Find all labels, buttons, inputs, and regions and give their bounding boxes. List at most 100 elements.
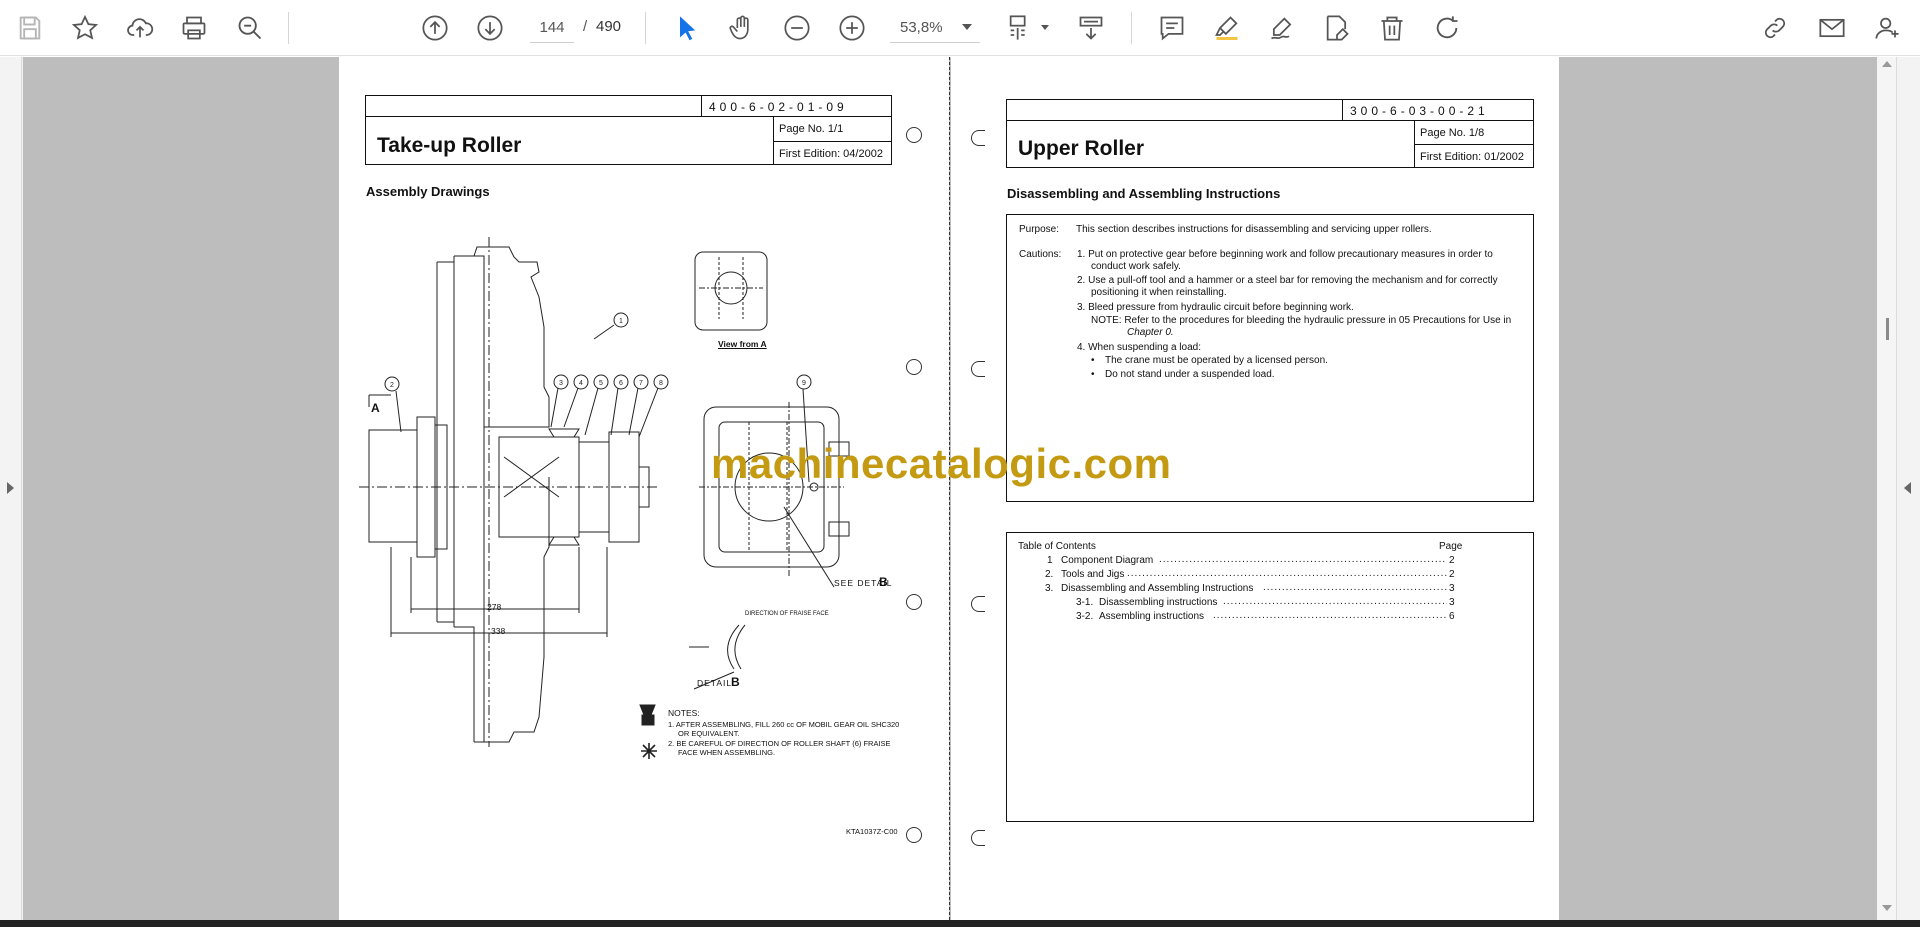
scroll-up-icon[interactable] xyxy=(1882,61,1892,67)
toc-leader-dots: ........................................… xyxy=(1263,582,1447,593)
hand-tool-icon[interactable] xyxy=(724,10,760,46)
binder-hole xyxy=(906,827,922,843)
vertical-scrollbar[interactable] xyxy=(1877,57,1896,920)
caution-1: 1. Put on protective gear before beginni… xyxy=(1077,249,1493,260)
page-total: 490 xyxy=(596,18,622,35)
toc-page-header: Page xyxy=(1439,541,1463,552)
note-2: 2. BE CAREFUL OF DIRECTION OF ROLLER SHA… xyxy=(668,739,891,748)
watermark: machinecatalogic.com xyxy=(711,440,1172,487)
toc-item-number: 3. xyxy=(1045,583,1054,594)
cautions-label: Cautions: xyxy=(1019,249,1062,260)
purpose-label: Purpose: xyxy=(1019,224,1060,235)
title-block-divider xyxy=(1342,99,1343,120)
page-number-input[interactable]: 144 xyxy=(530,13,574,43)
note-1-cont: OR EQUIVALENT. xyxy=(678,729,740,738)
first-edition-label: First Edition: 01/2002 xyxy=(1420,151,1524,163)
select-cursor-icon[interactable] xyxy=(669,10,705,46)
previous-page-icon[interactable] xyxy=(417,10,453,46)
toc-item-page: 6 xyxy=(1449,611,1455,622)
section-heading: Disassembling and Assembling Instruction… xyxy=(1007,186,1281,201)
comment-icon[interactable] xyxy=(1154,10,1190,46)
binder-hole xyxy=(906,127,922,143)
toolbar: 144 / 490 53,8% xyxy=(0,0,1920,56)
rotate-icon[interactable] xyxy=(1429,10,1465,46)
zoom-out-icon[interactable] xyxy=(779,10,815,46)
purpose-text: This section describes instructions for … xyxy=(1076,224,1432,235)
binder-hole xyxy=(971,596,985,612)
toc-item-title: Disassembling instructions xyxy=(1099,597,1218,608)
left-document-page: 400-6-02-01-09 Take-up Roller Page No. 1… xyxy=(339,57,949,920)
share-link-icon[interactable] xyxy=(1757,10,1793,46)
save-icon[interactable] xyxy=(12,10,48,46)
dimension-278: 278 xyxy=(487,602,502,612)
bullet-mark: • xyxy=(1091,355,1095,366)
page-number-label: Page No. 1/8 xyxy=(1420,127,1485,139)
next-page-icon[interactable] xyxy=(472,10,508,46)
edit-document-icon[interactable] xyxy=(1319,10,1355,46)
note-2-cont: FACE WHEN ASSEMBLING. xyxy=(678,748,776,757)
add-user-icon[interactable] xyxy=(1870,10,1906,46)
detail-label: DETAIL xyxy=(697,678,733,688)
scrollbar-thumb[interactable] xyxy=(1886,318,1889,340)
binder-hole xyxy=(971,361,985,377)
detail-letter: B xyxy=(731,675,740,689)
bottom-edge xyxy=(0,920,1920,927)
caution-note-cont: Chapter 0. xyxy=(1127,327,1174,338)
zoom-search-icon[interactable] xyxy=(232,10,268,46)
print-icon[interactable] xyxy=(176,10,212,46)
binder-hole xyxy=(971,830,985,846)
balloon-7: 7 xyxy=(639,380,643,387)
toolbar-separator xyxy=(645,12,646,44)
toc-item-number: 3-1. xyxy=(1076,597,1094,608)
page-canvas xyxy=(23,57,1877,920)
note-1: 1. AFTER ASSEMBLING, FILL 260 cc OF MOBI… xyxy=(668,720,900,729)
toc-item-number: 3-2. xyxy=(1076,611,1094,622)
caution-4-bullet-2: Do not stand under a suspended load. xyxy=(1105,369,1275,380)
caution-4-bullet-1: The crane must be operated by a licensed… xyxy=(1105,355,1328,366)
drawing-code: KTA1037Z-C00 xyxy=(846,827,898,836)
balloon-3: 3 xyxy=(559,380,563,387)
caution-1-cont: conduct work safely. xyxy=(1091,261,1181,272)
fraise-direction-note: DIRECTION OF FRAISE FACE xyxy=(745,611,829,617)
bullet-mark: • xyxy=(1091,369,1095,380)
right-document-page: 300-6-03-00-21 Upper Roller Page No. 1/8… xyxy=(951,57,1559,920)
highlight-pen-icon[interactable] xyxy=(1209,10,1245,46)
email-icon[interactable] xyxy=(1814,10,1850,46)
caution-2: 2. Use a pull-off tool and a hammer or a… xyxy=(1077,275,1498,286)
caution-3: 3. Bleed pressure from hydraulic circuit… xyxy=(1077,302,1354,313)
toc-leader-dots: ........................................… xyxy=(1127,568,1447,579)
dimension-338: 338 xyxy=(491,626,506,636)
toolbar-separator xyxy=(288,12,289,44)
toc-item-page: 2 xyxy=(1449,555,1455,566)
title-block-divider xyxy=(1006,120,1534,121)
toc-leader-dots: ........................................… xyxy=(1159,554,1447,565)
caution-2-cont: positioning it when reinstalling. xyxy=(1091,287,1227,298)
bookmark-star-icon[interactable] xyxy=(67,10,103,46)
expand-right-panel-icon[interactable] xyxy=(1904,482,1911,494)
toc-item-title: Assembling instructions xyxy=(1099,611,1205,622)
toc-item-page: 2 xyxy=(1449,569,1455,580)
page-fit-icon[interactable] xyxy=(1002,10,1038,46)
toc-item-page: 3 xyxy=(1449,597,1455,608)
scroll-mode-icon[interactable] xyxy=(1073,10,1109,46)
toc-item-number: 1 xyxy=(1047,555,1053,566)
page-title: Upper Roller xyxy=(1018,137,1145,160)
binder-hole xyxy=(971,130,985,146)
view-label-a: A xyxy=(371,401,380,415)
toolbar-separator xyxy=(1131,12,1132,44)
balloon-9: 9 xyxy=(802,380,806,387)
delete-trash-icon[interactable] xyxy=(1374,10,1410,46)
upload-cloud-icon[interactable] xyxy=(122,10,158,46)
zoom-in-icon[interactable] xyxy=(834,10,870,46)
balloon-4: 4 xyxy=(579,380,583,387)
chevron-down-icon[interactable] xyxy=(1041,25,1049,30)
toc-leader-dots: ........................................… xyxy=(1213,610,1447,621)
draw-signature-icon[interactable] xyxy=(1264,10,1300,46)
scroll-down-icon[interactable] xyxy=(1882,905,1892,911)
chevron-down-icon[interactable] xyxy=(962,24,972,30)
balloon-1: 1 xyxy=(619,318,623,325)
balloon-6: 6 xyxy=(619,380,623,387)
expand-left-panel-icon[interactable] xyxy=(7,482,14,494)
toc-item-number: 2. xyxy=(1045,569,1054,580)
assembly-drawing: 1 2 3 4 5 6 7 8 9 xyxy=(359,237,850,759)
